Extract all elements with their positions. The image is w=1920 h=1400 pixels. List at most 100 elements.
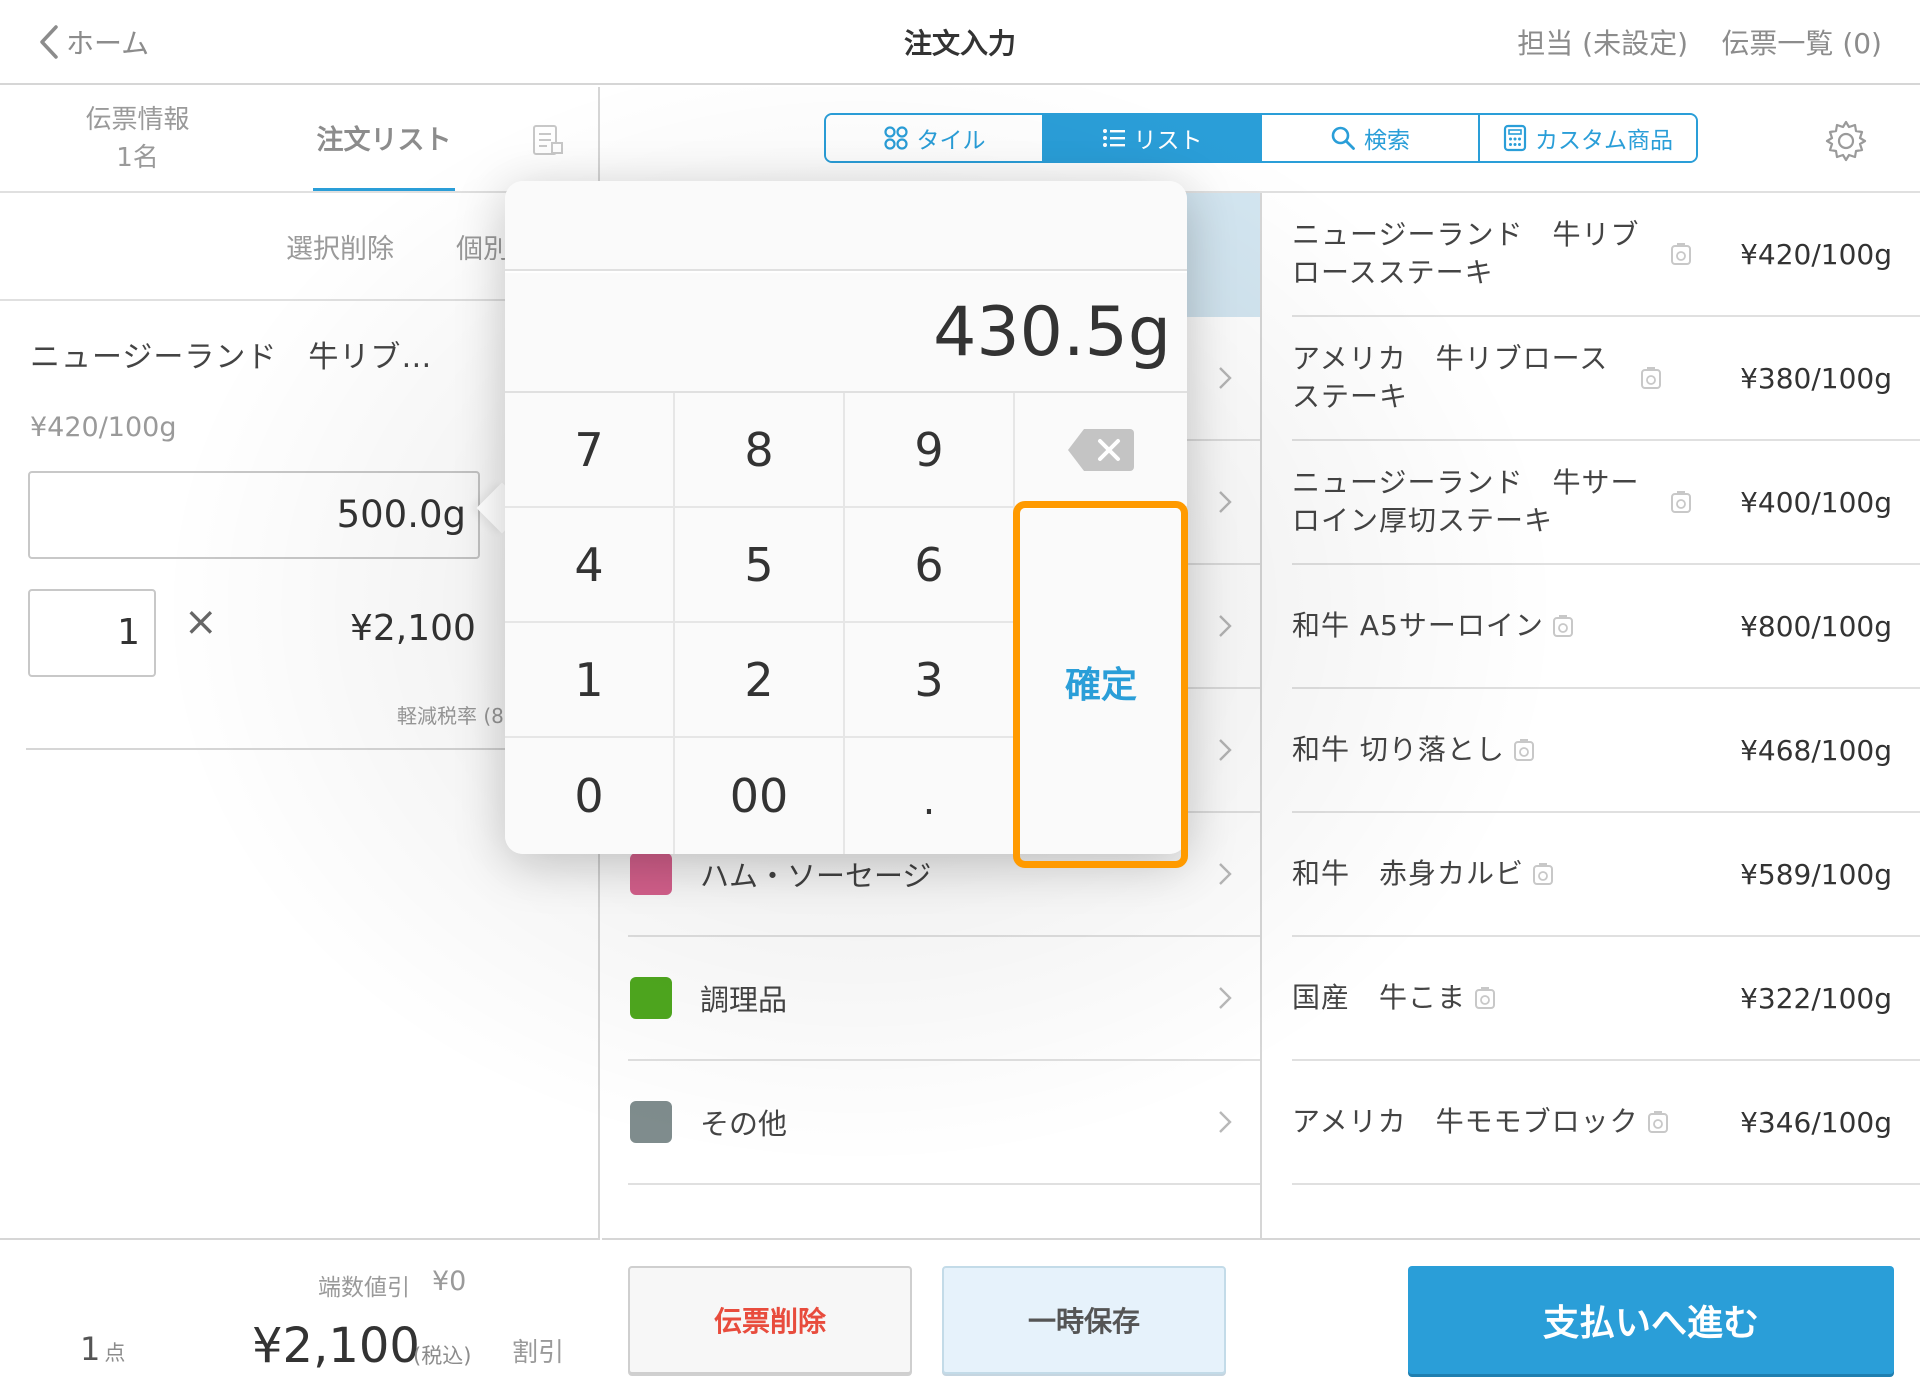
product-name: アメリカ 牛モモブロック [1292, 1105, 1639, 1138]
confirm-button[interactable]: 確定 [1015, 509, 1187, 854]
key-8[interactable]: 8 [675, 393, 845, 508]
tab-custom-product[interactable]: カスタム商品 [1480, 115, 1696, 161]
product-price: ¥322/100g [1740, 981, 1892, 1015]
key-7[interactable]: 7 [505, 393, 675, 508]
keypad-header [505, 181, 1187, 271]
chevron-right-icon [1219, 1111, 1232, 1133]
top-bar: ホーム 注文入力 担当 (未設定) 伝票一覧 (0) [0, 0, 1920, 85]
product-row[interactable]: 和牛 切り落とし ¥468/100g [1292, 689, 1920, 813]
order-item-name[interactable]: ニュージーランド 牛リブ… [30, 332, 432, 376]
key-0[interactable]: 0 [505, 738, 675, 854]
product-row[interactable]: 国産 牛こま ¥322/100g [1292, 937, 1920, 1061]
key-4[interactable]: 4 [505, 508, 675, 623]
product-price: ¥346/100g [1740, 1105, 1892, 1139]
product-name: 和牛 A5サーロイン [1292, 609, 1544, 642]
quantity-field[interactable]: 1 [28, 589, 156, 677]
chevron-right-icon [1219, 739, 1232, 761]
product-name: 和牛 赤身カルビ [1292, 857, 1525, 890]
item-count-value: 1 [80, 1330, 101, 1368]
weight-keypad-popover: 430.5g 7 8 9 4 5 6 1 2 3 0 00 . 確定 [505, 181, 1187, 854]
tab-search-label: 検索 [1364, 128, 1410, 154]
scale-icon [1647, 1111, 1668, 1133]
discount-button[interactable]: 割引 [512, 1332, 564, 1369]
product-row[interactable]: アメリカ 牛モモブロック ¥346/100g [1292, 1061, 1920, 1185]
select-delete-button[interactable]: 選択削除 [286, 227, 394, 266]
tab-list-label: リスト [1133, 128, 1203, 154]
backspace-icon [1068, 428, 1134, 471]
scale-icon [1475, 987, 1496, 1009]
calculator-icon [1503, 124, 1527, 152]
scale-icon [1641, 367, 1661, 389]
list-icon [1102, 129, 1125, 147]
gear-icon[interactable] [1824, 119, 1868, 167]
key-00[interactable]: 00 [675, 738, 845, 854]
item-count: 1点 [80, 1330, 125, 1368]
category-name: その他 [700, 1107, 788, 1141]
category-name: 調理品 [700, 983, 788, 1017]
key-decimal[interactable]: . [845, 738, 1015, 854]
key-5[interactable]: 5 [675, 508, 845, 623]
tab-slip-info[interactable]: 伝票情報 1名 [60, 101, 215, 177]
product-price: ¥589/100g [1740, 857, 1892, 891]
product-name: ニュージーランド 牛サーロイン厚切ステーキ [1292, 466, 1640, 537]
slip-list-button[interactable]: 伝票一覧 (0) [1721, 22, 1882, 62]
scale-icon [1513, 739, 1534, 761]
chevron-right-icon [1219, 491, 1232, 513]
tab-order-list[interactable]: 注文リスト [313, 87, 455, 191]
tab-slip-info-guests: 1名 [116, 143, 159, 173]
product-row[interactable]: 和牛 A5サーロイン ¥800/100g [1292, 565, 1920, 689]
order-item-unit-price: ¥420/100g [30, 412, 177, 443]
chevron-right-icon [1219, 863, 1232, 885]
chevron-right-icon [1219, 615, 1232, 637]
delete-slip-button[interactable]: 伝票削除 [628, 1266, 912, 1374]
category-row-cooked[interactable]: 調理品 [628, 937, 1260, 1061]
category-color-swatch [630, 977, 672, 1019]
category-name: ハム・ソーセージ [700, 859, 932, 893]
backspace-button[interactable] [1015, 393, 1187, 508]
tile-grid-icon [883, 126, 908, 150]
chevron-left-icon [40, 25, 58, 59]
tax-rate-label: 軽減税率 (8% [397, 704, 523, 728]
scale-icon [1671, 491, 1691, 513]
chevron-right-icon [1219, 367, 1232, 389]
proceed-to-payment-button[interactable]: 支払いへ進む [1408, 1266, 1894, 1374]
scale-icon [1671, 243, 1691, 265]
chevron-right-icon [1219, 987, 1232, 1009]
product-row[interactable]: ニュージーランド 牛リブロースステーキ ¥420/100g [1292, 193, 1920, 317]
search-icon [1331, 126, 1355, 150]
key-9[interactable]: 9 [845, 393, 1015, 508]
staff-button[interactable]: 担当 (未設定) [1517, 22, 1688, 62]
product-row[interactable]: ニュージーランド 牛サーロイン厚切ステーキ ¥400/100g [1292, 441, 1920, 565]
product-list: ニュージーランド 牛リブロースステーキ ¥420/100g アメリカ 牛リブロー… [1260, 193, 1920, 1238]
document-icon[interactable] [530, 123, 564, 161]
product-price: ¥380/100g [1740, 361, 1892, 395]
product-price: ¥468/100g [1740, 733, 1892, 767]
item-count-unit: 点 [104, 1341, 126, 1365]
product-price: ¥400/100g [1740, 485, 1892, 519]
back-button[interactable]: ホーム [38, 18, 149, 66]
product-row[interactable]: アメリカ 牛リブロースステーキ ¥380/100g [1292, 317, 1920, 441]
key-3[interactable]: 3 [845, 623, 1015, 738]
line-total: ¥2,100 [350, 608, 476, 649]
product-name: 和牛 切り落とし [1292, 733, 1505, 766]
category-color-swatch [630, 1101, 672, 1143]
scale-icon [1533, 863, 1554, 885]
tab-search[interactable]: 検索 [1262, 115, 1480, 161]
tab-tile-label: タイル [916, 128, 986, 154]
product-name: アメリカ 牛リブロースステーキ [1292, 342, 1609, 413]
key-1[interactable]: 1 [505, 623, 675, 738]
product-row[interactable]: 和牛 赤身カルビ ¥589/100g [1292, 813, 1920, 937]
hold-button[interactable]: 一時保存 [942, 1266, 1226, 1374]
key-6[interactable]: 6 [845, 508, 1015, 623]
individual-button[interactable]: 個別 [456, 227, 510, 266]
tab-tile[interactable]: タイル [826, 115, 1044, 161]
tab-list[interactable]: リスト [1044, 115, 1262, 161]
rounding-discount-value: ¥0 [432, 1266, 467, 1297]
weight-field[interactable]: 500.0g [28, 471, 480, 559]
tab-slip-info-label: 伝票情報 [85, 105, 190, 135]
rounding-discount-label: 端数値引 [318, 1275, 410, 1301]
back-label: ホーム [66, 27, 150, 60]
key-2[interactable]: 2 [675, 623, 845, 738]
category-row-other[interactable]: その他 [628, 1061, 1260, 1185]
order-summary: 端数値引 ¥0 1点 ¥2,100 (税込) 割引 [0, 1238, 600, 1400]
